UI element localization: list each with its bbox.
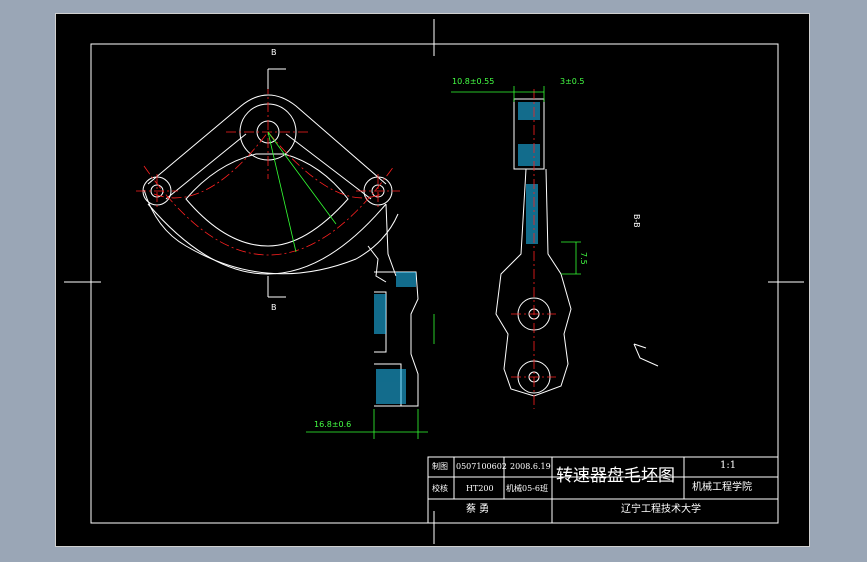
inner-frame (90, 43, 779, 524)
tb-title: 转速器盘毛坯图 (556, 466, 675, 486)
section-b-bottom-label: B (271, 303, 277, 312)
side-view-dims (451, 86, 581, 275)
tb-draw-label: 制图 (432, 462, 448, 471)
front-view-centerlines (136, 84, 400, 256)
tb-date: 2008.6.19 (510, 462, 551, 471)
dim-width-bottom: 16.8±0.6 (314, 420, 352, 429)
roughness-symbol (633, 343, 659, 367)
tb-scale: 1:1 (720, 460, 737, 471)
front-view-dims (267, 131, 337, 253)
tb-school: 辽宁工程技术大学 (621, 504, 701, 515)
side-view-hatch (518, 102, 540, 244)
section-b-top-label: B (271, 48, 277, 57)
section-marks (267, 68, 286, 298)
dim-vert-small: 7.5 (579, 252, 588, 265)
dim-width-top: 10.8±0.55 (452, 77, 495, 86)
dim-offset-top: 3±0.5 (560, 77, 585, 86)
drawing-viewport[interactable]: B B B-B 10.8±0.55 3±0.5 16.8±0.6 7.5 制图 … (55, 13, 810, 547)
tb-draw-id: 0507100602 (456, 462, 507, 471)
tb-author: 蔡 勇 (466, 504, 490, 515)
front-view (142, 94, 399, 283)
tb-class: 机械05-6班 (506, 484, 548, 493)
tb-material: HT200 (466, 484, 494, 493)
tb-dept: 机械工程学院 (692, 482, 752, 493)
tb-check-label: 校核 (432, 484, 448, 493)
section-bb-label: B-B (632, 214, 641, 228)
side-view (495, 98, 572, 397)
